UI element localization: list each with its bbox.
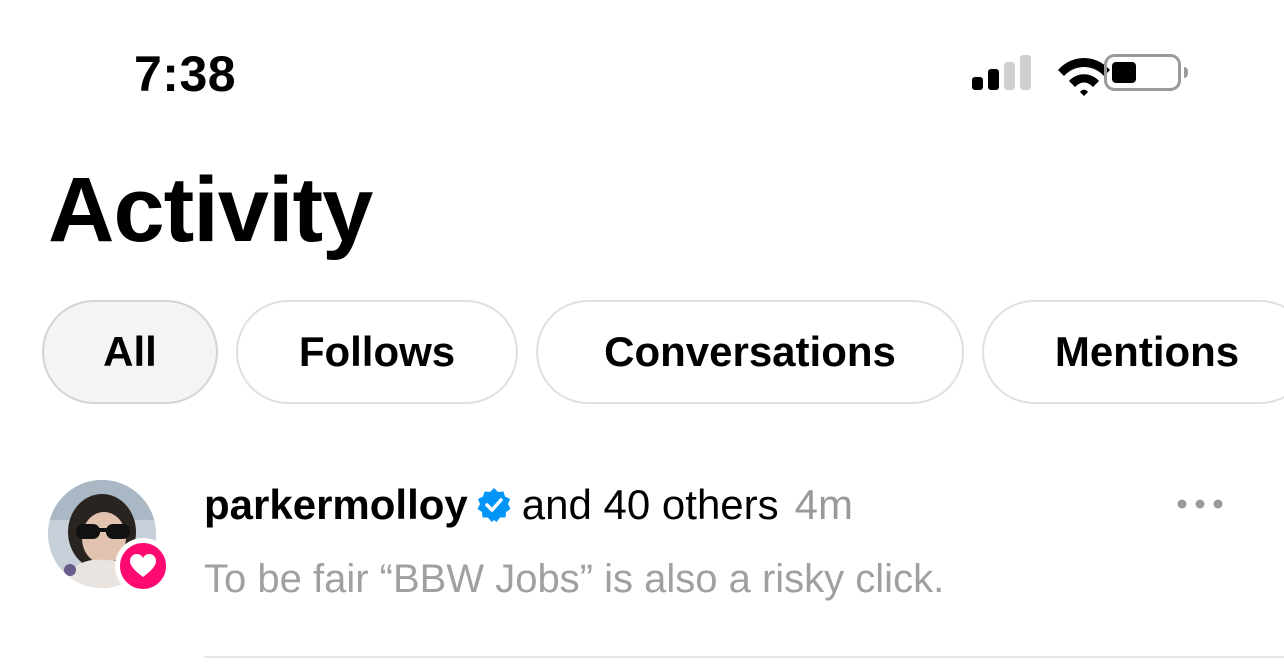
more-options-button[interactable] — [1170, 484, 1230, 524]
username[interactable]: parkermolloy — [204, 480, 468, 530]
like-badge — [115, 538, 171, 594]
heart-icon — [130, 554, 156, 577]
cellular-signal-icon — [972, 55, 1031, 90]
status-bar: 7:38 — [0, 0, 1284, 150]
filter-tabs: All Follows Conversations Mentions — [42, 300, 1284, 408]
activity-item[interactable]: parkermolloy and 40 others 4m To be fair… — [0, 470, 1284, 672]
status-icons — [972, 54, 1188, 96]
timestamp: 4m — [794, 481, 854, 528]
status-time: 7:38 — [134, 46, 237, 102]
page-title: Activity — [48, 159, 373, 261]
verified-badge-icon — [477, 488, 511, 522]
tab-mentions[interactable]: Mentions — [982, 300, 1284, 404]
tab-follows-label: Follows — [298, 328, 456, 375]
others-count: and 40 others — [521, 481, 779, 528]
tab-mentions-label: Mentions — [1054, 328, 1240, 375]
tab-all[interactable]: All — [42, 300, 218, 404]
activity-text[interactable]: To be fair “BBW Jobs” is also a risky cl… — [204, 554, 944, 604]
more-options-icon — [1177, 499, 1223, 509]
tab-conversations[interactable]: Conversations — [536, 300, 964, 404]
tab-all-label: All — [103, 328, 157, 375]
activity-header: parkermolloy and 40 others 4m — [204, 480, 853, 530]
tab-follows[interactable]: Follows — [236, 300, 518, 404]
divider — [204, 656, 1284, 658]
wifi-icon — [1058, 58, 1110, 96]
battery-icon — [1104, 54, 1188, 91]
tab-conversations-label: Conversations — [604, 328, 896, 375]
